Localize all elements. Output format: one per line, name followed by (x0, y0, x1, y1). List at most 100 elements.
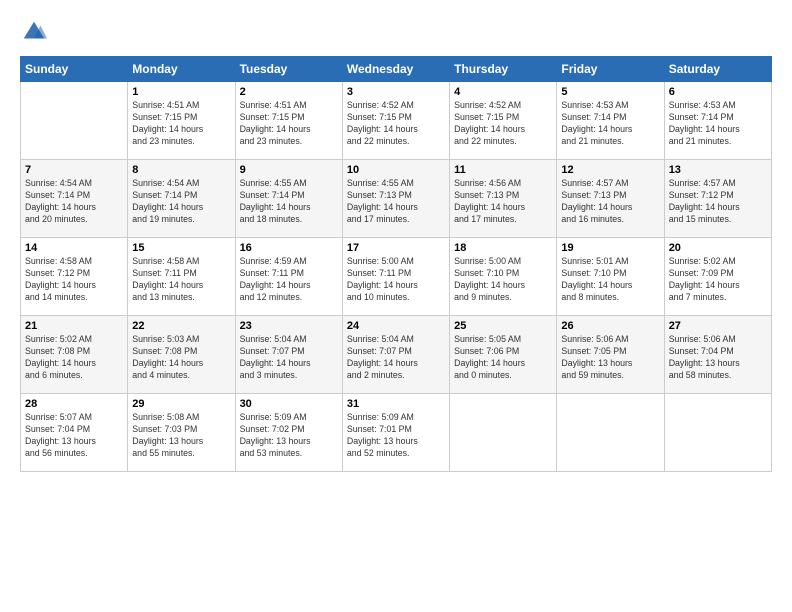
day-number: 29 (132, 398, 230, 410)
calendar-cell: 5Sunrise: 4:53 AM Sunset: 7:14 PM Daylig… (557, 82, 664, 160)
week-row-5: 28 Sunrise: 5:07 AM Sunset: 7:04 PM Dayli… (21, 394, 772, 472)
calendar-cell: 7Sunrise: 4:54 AM Sunset: 7:14 PM Daylig… (21, 160, 128, 238)
cell-info: Sunrise: 4:57 AM Sunset: 7:13 PM Dayligh… (561, 178, 659, 226)
day-number: 8 (132, 164, 230, 176)
cell-info: Sunrise: 4:58 AM Sunset: 7:12 PM Dayligh… (25, 256, 123, 304)
calendar-cell: 10 Sunrise: 4:55 AM Sunset: 7:13 PM Dayli… (342, 160, 449, 238)
calendar-cell: 30 Sunrise: 5:09 AM Sunset: 7:02 PM Dayli… (235, 394, 342, 472)
calendar-cell: 18 Sunrise: 5:00 AM Sunset: 7:10 PM Dayli… (450, 238, 557, 316)
logo (20, 18, 52, 46)
week-row-3: 14 Sunrise: 4:58 AM Sunset: 7:12 PM Dayli… (21, 238, 772, 316)
cell-info: Sunrise: 5:09 AM Sunset: 7:01 PM Dayligh… (347, 412, 445, 460)
logo-icon (20, 18, 48, 46)
week-row-1: 1 Sunrise: 4:51 AM Sunset: 7:15 PM Daylig… (21, 82, 772, 160)
day-number: 22 (132, 320, 230, 332)
cell-info: Sunrise: 4:52 AM Sunset: 7:15 PM Dayligh… (347, 100, 445, 148)
cell-info: Sunrise: 5:00 AM Sunset: 7:10 PM Dayligh… (454, 256, 552, 304)
cell-info: Sunrise: 5:03 AM Sunset: 7:08 PM Dayligh… (132, 334, 230, 382)
cell-info: Sunrise: 5:01 AM Sunset: 7:10 PM Dayligh… (561, 256, 659, 304)
header-row: SundayMondayTuesdayWednesdayThursdayFrid… (21, 57, 772, 82)
day-number: 9 (240, 164, 338, 176)
cell-info: Sunrise: 4:55 AM Sunset: 7:14 PM Dayligh… (240, 178, 338, 226)
day-number: 14 (25, 242, 123, 254)
calendar-cell: 2Sunrise: 4:51 AM Sunset: 7:15 PM Daylig… (235, 82, 342, 160)
calendar-cell: 4 Sunrise: 4:52 AM Sunset: 7:15 PM Daylig… (450, 82, 557, 160)
calendar-cell: 12Sunrise: 4:57 AM Sunset: 7:13 PM Dayli… (557, 160, 664, 238)
day-number: 26 (561, 320, 659, 332)
calendar-cell: 8 Sunrise: 4:54 AM Sunset: 7:14 PM Daylig… (128, 160, 235, 238)
cell-info: Sunrise: 5:07 AM Sunset: 7:04 PM Dayligh… (25, 412, 123, 460)
calendar-cell: 17 Sunrise: 5:00 AM Sunset: 7:11 PM Dayli… (342, 238, 449, 316)
cell-info: Sunrise: 4:56 AM Sunset: 7:13 PM Dayligh… (454, 178, 552, 226)
cell-info: Sunrise: 4:51 AM Sunset: 7:15 PM Dayligh… (132, 100, 230, 148)
day-number: 21 (25, 320, 123, 332)
day-number: 13 (669, 164, 767, 176)
calendar-page: SundayMondayTuesdayWednesdayThursdayFrid… (0, 0, 792, 612)
cell-info: Sunrise: 4:57 AM Sunset: 7:12 PM Dayligh… (669, 178, 767, 226)
day-header-wednesday: Wednesday (342, 57, 449, 82)
day-header-monday: Monday (128, 57, 235, 82)
calendar-cell: 28 Sunrise: 5:07 AM Sunset: 7:04 PM Dayli… (21, 394, 128, 472)
day-header-thursday: Thursday (450, 57, 557, 82)
day-number: 1 (132, 86, 230, 98)
day-header-sunday: Sunday (21, 57, 128, 82)
calendar-cell: 3 Sunrise: 4:52 AM Sunset: 7:15 PM Daylig… (342, 82, 449, 160)
cell-info: Sunrise: 4:51 AM Sunset: 7:15 PM Dayligh… (240, 100, 338, 148)
calendar-cell: 21 Sunrise: 5:02 AM Sunset: 7:08 PM Dayli… (21, 316, 128, 394)
day-number: 20 (669, 242, 767, 254)
cell-info: Sunrise: 5:02 AM Sunset: 7:08 PM Dayligh… (25, 334, 123, 382)
day-number: 28 (25, 398, 123, 410)
calendar-cell: 11Sunrise: 4:56 AM Sunset: 7:13 PM Dayli… (450, 160, 557, 238)
calendar-cell: 27 Sunrise: 5:06 AM Sunset: 7:04 PM Dayli… (664, 316, 771, 394)
calendar-cell: 16 Sunrise: 4:59 AM Sunset: 7:11 PM Dayli… (235, 238, 342, 316)
cell-info: Sunrise: 4:59 AM Sunset: 7:11 PM Dayligh… (240, 256, 338, 304)
calendar-cell: 24Sunrise: 5:04 AM Sunset: 7:07 PM Dayli… (342, 316, 449, 394)
calendar-cell (664, 394, 771, 472)
cell-info: Sunrise: 5:09 AM Sunset: 7:02 PM Dayligh… (240, 412, 338, 460)
cell-info: Sunrise: 5:06 AM Sunset: 7:04 PM Dayligh… (669, 334, 767, 382)
calendar-cell: 26 Sunrise: 5:06 AM Sunset: 7:05 PM Dayli… (557, 316, 664, 394)
cell-info: Sunrise: 4:53 AM Sunset: 7:14 PM Dayligh… (561, 100, 659, 148)
calendar-cell: 25Sunrise: 5:05 AM Sunset: 7:06 PM Dayli… (450, 316, 557, 394)
day-number: 23 (240, 320, 338, 332)
day-number: 10 (347, 164, 445, 176)
cell-info: Sunrise: 4:55 AM Sunset: 7:13 PM Dayligh… (347, 178, 445, 226)
day-number: 18 (454, 242, 552, 254)
day-number: 4 (454, 86, 552, 98)
day-number: 30 (240, 398, 338, 410)
calendar-cell: 6Sunrise: 4:53 AM Sunset: 7:14 PM Daylig… (664, 82, 771, 160)
cell-info: Sunrise: 4:54 AM Sunset: 7:14 PM Dayligh… (25, 178, 123, 226)
calendar-cell: 19 Sunrise: 5:01 AM Sunset: 7:10 PM Dayli… (557, 238, 664, 316)
calendar-cell: 1 Sunrise: 4:51 AM Sunset: 7:15 PM Daylig… (128, 82, 235, 160)
calendar-cell: 22 Sunrise: 5:03 AM Sunset: 7:08 PM Dayli… (128, 316, 235, 394)
calendar-cell (557, 394, 664, 472)
day-number: 16 (240, 242, 338, 254)
day-header-friday: Friday (557, 57, 664, 82)
calendar-cell (21, 82, 128, 160)
cell-info: Sunrise: 5:04 AM Sunset: 7:07 PM Dayligh… (240, 334, 338, 382)
day-header-saturday: Saturday (664, 57, 771, 82)
cell-info: Sunrise: 5:08 AM Sunset: 7:03 PM Dayligh… (132, 412, 230, 460)
calendar-cell: 14 Sunrise: 4:58 AM Sunset: 7:12 PM Dayli… (21, 238, 128, 316)
calendar-cell: 20 Sunrise: 5:02 AM Sunset: 7:09 PM Dayli… (664, 238, 771, 316)
calendar-cell (450, 394, 557, 472)
day-number: 31 (347, 398, 445, 410)
cell-info: Sunrise: 5:04 AM Sunset: 7:07 PM Dayligh… (347, 334, 445, 382)
calendar-cell: 9 Sunrise: 4:55 AM Sunset: 7:14 PM Daylig… (235, 160, 342, 238)
day-number: 3 (347, 86, 445, 98)
calendar-cell: 15Sunrise: 4:58 AM Sunset: 7:11 PM Dayli… (128, 238, 235, 316)
day-number: 19 (561, 242, 659, 254)
cell-info: Sunrise: 4:58 AM Sunset: 7:11 PM Dayligh… (132, 256, 230, 304)
day-number: 27 (669, 320, 767, 332)
header (20, 18, 772, 46)
cell-info: Sunrise: 5:00 AM Sunset: 7:11 PM Dayligh… (347, 256, 445, 304)
cell-info: Sunrise: 5:06 AM Sunset: 7:05 PM Dayligh… (561, 334, 659, 382)
day-header-tuesday: Tuesday (235, 57, 342, 82)
cell-info: Sunrise: 5:02 AM Sunset: 7:09 PM Dayligh… (669, 256, 767, 304)
cell-info: Sunrise: 4:54 AM Sunset: 7:14 PM Dayligh… (132, 178, 230, 226)
calendar-cell: 13 Sunrise: 4:57 AM Sunset: 7:12 PM Dayli… (664, 160, 771, 238)
cell-info: Sunrise: 4:52 AM Sunset: 7:15 PM Dayligh… (454, 100, 552, 148)
week-row-4: 21 Sunrise: 5:02 AM Sunset: 7:08 PM Dayli… (21, 316, 772, 394)
day-number: 17 (347, 242, 445, 254)
cell-info: Sunrise: 5:05 AM Sunset: 7:06 PM Dayligh… (454, 334, 552, 382)
